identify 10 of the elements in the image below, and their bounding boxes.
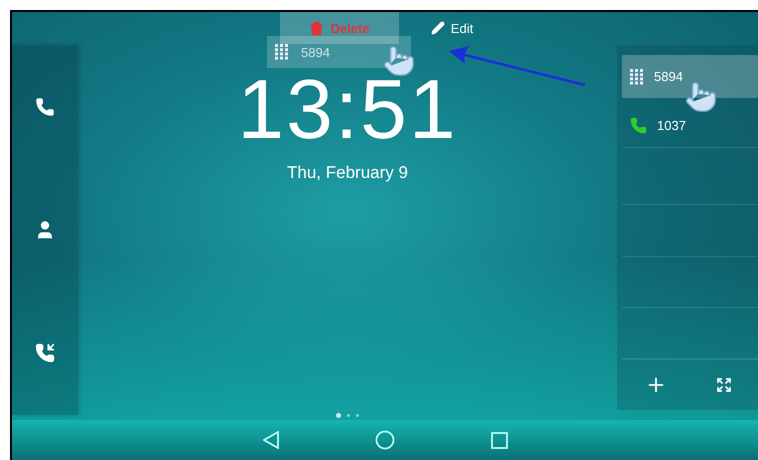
clock-date: Thu, February 9 [287,163,408,183]
dragged-key-label: 5894 [301,44,330,60]
clock-time: 13:51 [237,67,458,151]
dragged-key[interactable]: 5894 [267,36,411,68]
drop-target-label: Edit [450,20,474,36]
dss-key[interactable]: 5894 [622,55,758,98]
drop-target[interactable]: Edit [417,12,487,44]
drop-target-label: Delete [330,20,370,36]
dss-key-label: 1037 [657,118,686,133]
dss-key-label: 5894 [654,69,683,84]
